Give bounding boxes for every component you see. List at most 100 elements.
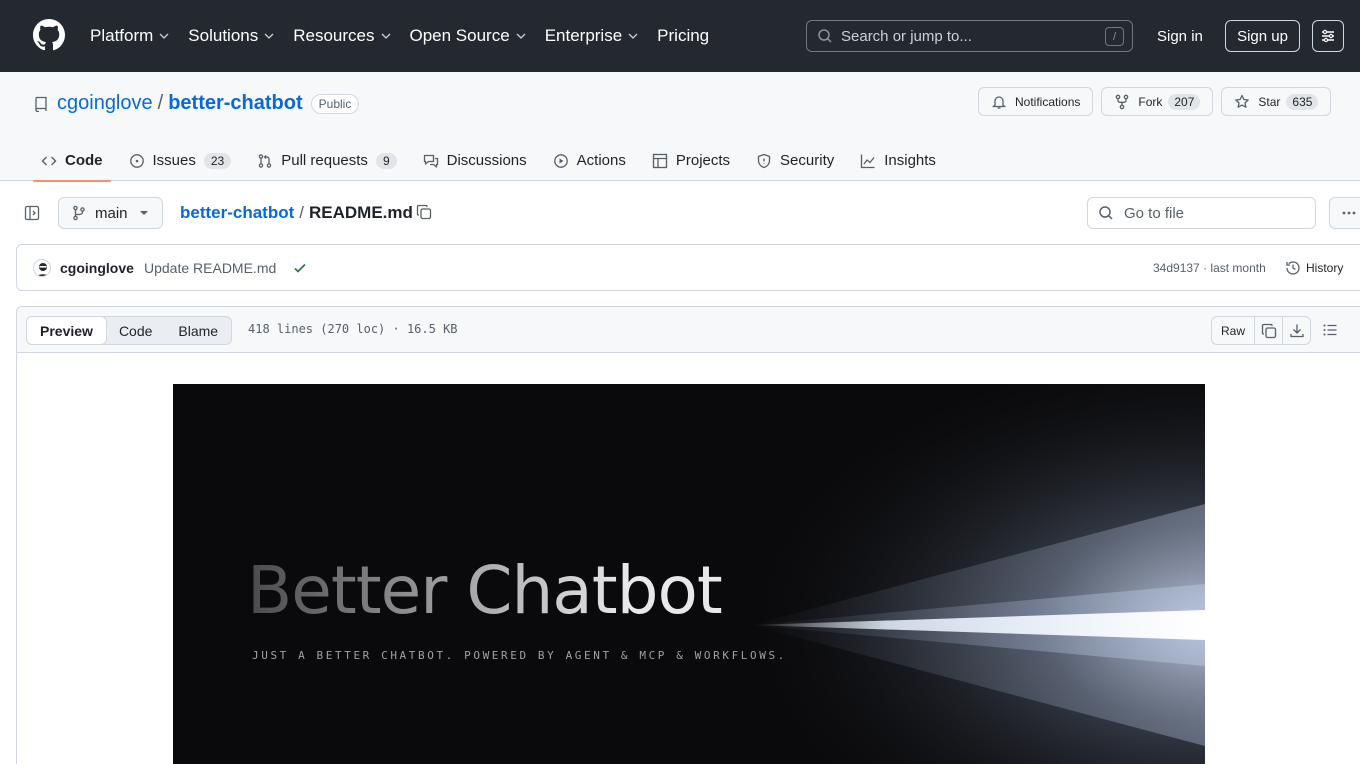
preview-mode-button[interactable]: Preview xyxy=(26,316,107,345)
tab-pull-requests[interactable]: Pull requests 9 xyxy=(249,140,404,181)
nav-resources[interactable]: Resources xyxy=(293,26,391,46)
tab-code[interactable]: Code xyxy=(33,140,111,182)
discussions-icon xyxy=(423,154,438,168)
breadcrumb-separator: / xyxy=(299,203,305,222)
star-count: 635 xyxy=(1286,93,1319,110)
star-label: Star xyxy=(1258,94,1281,109)
branch-name: main xyxy=(95,204,128,222)
copy-raw-button[interactable] xyxy=(1254,317,1282,344)
sign-in-link[interactable]: Sign in xyxy=(1146,20,1214,52)
global-header: Platform Solutions Resources Open Source… xyxy=(0,0,1360,72)
search-icon xyxy=(818,29,832,43)
chevron-down-icon xyxy=(159,33,169,39)
nav-label: Open Source xyxy=(409,26,510,45)
notifications-label: Notifications xyxy=(1015,94,1081,109)
tab-actions[interactable]: Actions xyxy=(545,140,634,181)
avatar[interactable] xyxy=(33,259,51,277)
commit-sha-link[interactable]: 34d9137 xyxy=(1153,261,1200,275)
issues-count: 23 xyxy=(203,152,232,169)
search-shortcut-key: / xyxy=(1105,27,1124,46)
list-unordered-icon[interactable] xyxy=(1322,322,1338,338)
download-raw-button[interactable] xyxy=(1282,317,1310,344)
tab-label: Projects xyxy=(675,152,731,169)
search-icon xyxy=(1099,206,1113,220)
more-options-button[interactable] xyxy=(1329,197,1360,229)
search-placeholder: Search or jump to... xyxy=(841,27,972,45)
repo-actions: Notifications Fork 207 Star 635 xyxy=(978,87,1339,116)
check-icon[interactable] xyxy=(293,261,307,275)
repo-separator: / xyxy=(157,92,164,114)
code-mode-button[interactable]: Code xyxy=(106,317,165,344)
raw-button-group: Raw xyxy=(1211,316,1312,345)
go-to-file-input[interactable]: Go to file xyxy=(1087,197,1316,229)
github-logo-icon[interactable] xyxy=(33,19,65,51)
branch-selector-button[interactable]: main xyxy=(58,197,163,229)
commit-message-link[interactable]: Update README.md xyxy=(144,260,276,276)
banner-subtitle: JUST A BETTER CHATBOT. POWERED BY AGENT … xyxy=(252,649,787,662)
fork-count: 207 xyxy=(1168,93,1201,110)
fork-button[interactable]: Fork 207 xyxy=(1101,87,1214,116)
tab-discussions[interactable]: Discussions xyxy=(415,140,535,181)
blame-mode-button[interactable]: Blame xyxy=(165,317,231,344)
file-breadcrumb: better-chatbot / README.md xyxy=(180,203,413,223)
commit-time: last month xyxy=(1210,261,1266,275)
fork-label: Fork xyxy=(1138,94,1163,109)
nav-platform[interactable]: Platform xyxy=(90,26,170,46)
kebab-horizontal-icon xyxy=(1342,211,1356,215)
nav-solutions[interactable]: Solutions xyxy=(188,26,275,46)
readme-banner-image: Better Chatbot JUST A BETTER CHATBOT. PO… xyxy=(173,384,1205,764)
pull-request-icon xyxy=(258,153,272,168)
repo-owner-link[interactable]: cgoinglove xyxy=(57,92,153,115)
notifications-button[interactable]: Notifications xyxy=(978,87,1094,116)
tab-label: Actions xyxy=(576,152,626,169)
download-icon xyxy=(1289,324,1304,337)
caret-down-icon xyxy=(140,211,148,215)
copy-icon[interactable] xyxy=(416,204,432,220)
side-panel-toggle-icon[interactable] xyxy=(24,205,40,221)
repo-name-link[interactable]: better-chatbot xyxy=(168,92,302,115)
tab-label: Discussions xyxy=(446,152,527,169)
search-menu-button[interactable] xyxy=(1312,20,1344,52)
tab-label: Security xyxy=(780,152,835,169)
nav-label: Pricing xyxy=(657,26,710,45)
chevron-down-icon xyxy=(628,33,638,39)
chevron-down-icon xyxy=(264,33,274,39)
table-icon xyxy=(652,153,668,168)
tab-security[interactable]: Security xyxy=(748,140,842,181)
tab-issues[interactable]: Issues 23 xyxy=(121,140,240,181)
filter-sliders-icon xyxy=(1322,29,1334,43)
raw-button[interactable]: Raw xyxy=(1212,317,1254,344)
view-mode-switch: Preview Code Blame xyxy=(26,316,233,345)
repo-title: cgoinglove / better-chatbot Public xyxy=(33,92,360,115)
tab-projects[interactable]: Projects xyxy=(644,140,738,181)
nav-label: Enterprise xyxy=(544,26,623,45)
graph-icon xyxy=(861,154,875,168)
nav-label: Solutions xyxy=(188,26,259,45)
fork-icon xyxy=(1116,94,1129,109)
code-icon xyxy=(41,156,57,165)
sign-up-button[interactable]: Sign up xyxy=(1225,20,1300,52)
chevron-down-icon xyxy=(516,33,526,39)
file-info: 418 lines (270 loc) · 16.5 KB xyxy=(248,322,458,336)
tab-label: Insights xyxy=(884,152,936,169)
nav-enterprise[interactable]: Enterprise xyxy=(545,26,639,46)
chevron-down-icon xyxy=(381,33,390,39)
copy-icon xyxy=(1261,323,1276,338)
play-icon xyxy=(553,153,568,168)
star-button[interactable]: Star 635 xyxy=(1221,87,1332,116)
global-search-input[interactable]: Search or jump to... / xyxy=(806,20,1133,52)
nav-open-source[interactable]: Open Source xyxy=(410,26,527,46)
repo-tabs: Code Issues 23 Pull requests 9 Discussio… xyxy=(33,140,954,182)
visibility-badge: Public xyxy=(310,93,360,114)
nav-pricing[interactable]: Pricing xyxy=(657,26,709,46)
breadcrumb-repo-link[interactable]: better-chatbot xyxy=(180,203,294,223)
star-icon xyxy=(1235,94,1250,108)
pull-requests-count: 9 xyxy=(375,152,397,169)
commit-author-link[interactable]: cgoinglove xyxy=(60,260,134,276)
history-button[interactable]: History xyxy=(1285,260,1343,276)
tab-insights[interactable]: Insights xyxy=(852,140,944,181)
latest-commit-bar: cgoinglove Update README.md 34d9137 · la… xyxy=(16,244,1360,291)
user-avatar-icon xyxy=(37,263,49,276)
breadcrumb-file-name: README.md xyxy=(309,203,413,222)
banner-title: Better Chatbot xyxy=(247,552,723,629)
